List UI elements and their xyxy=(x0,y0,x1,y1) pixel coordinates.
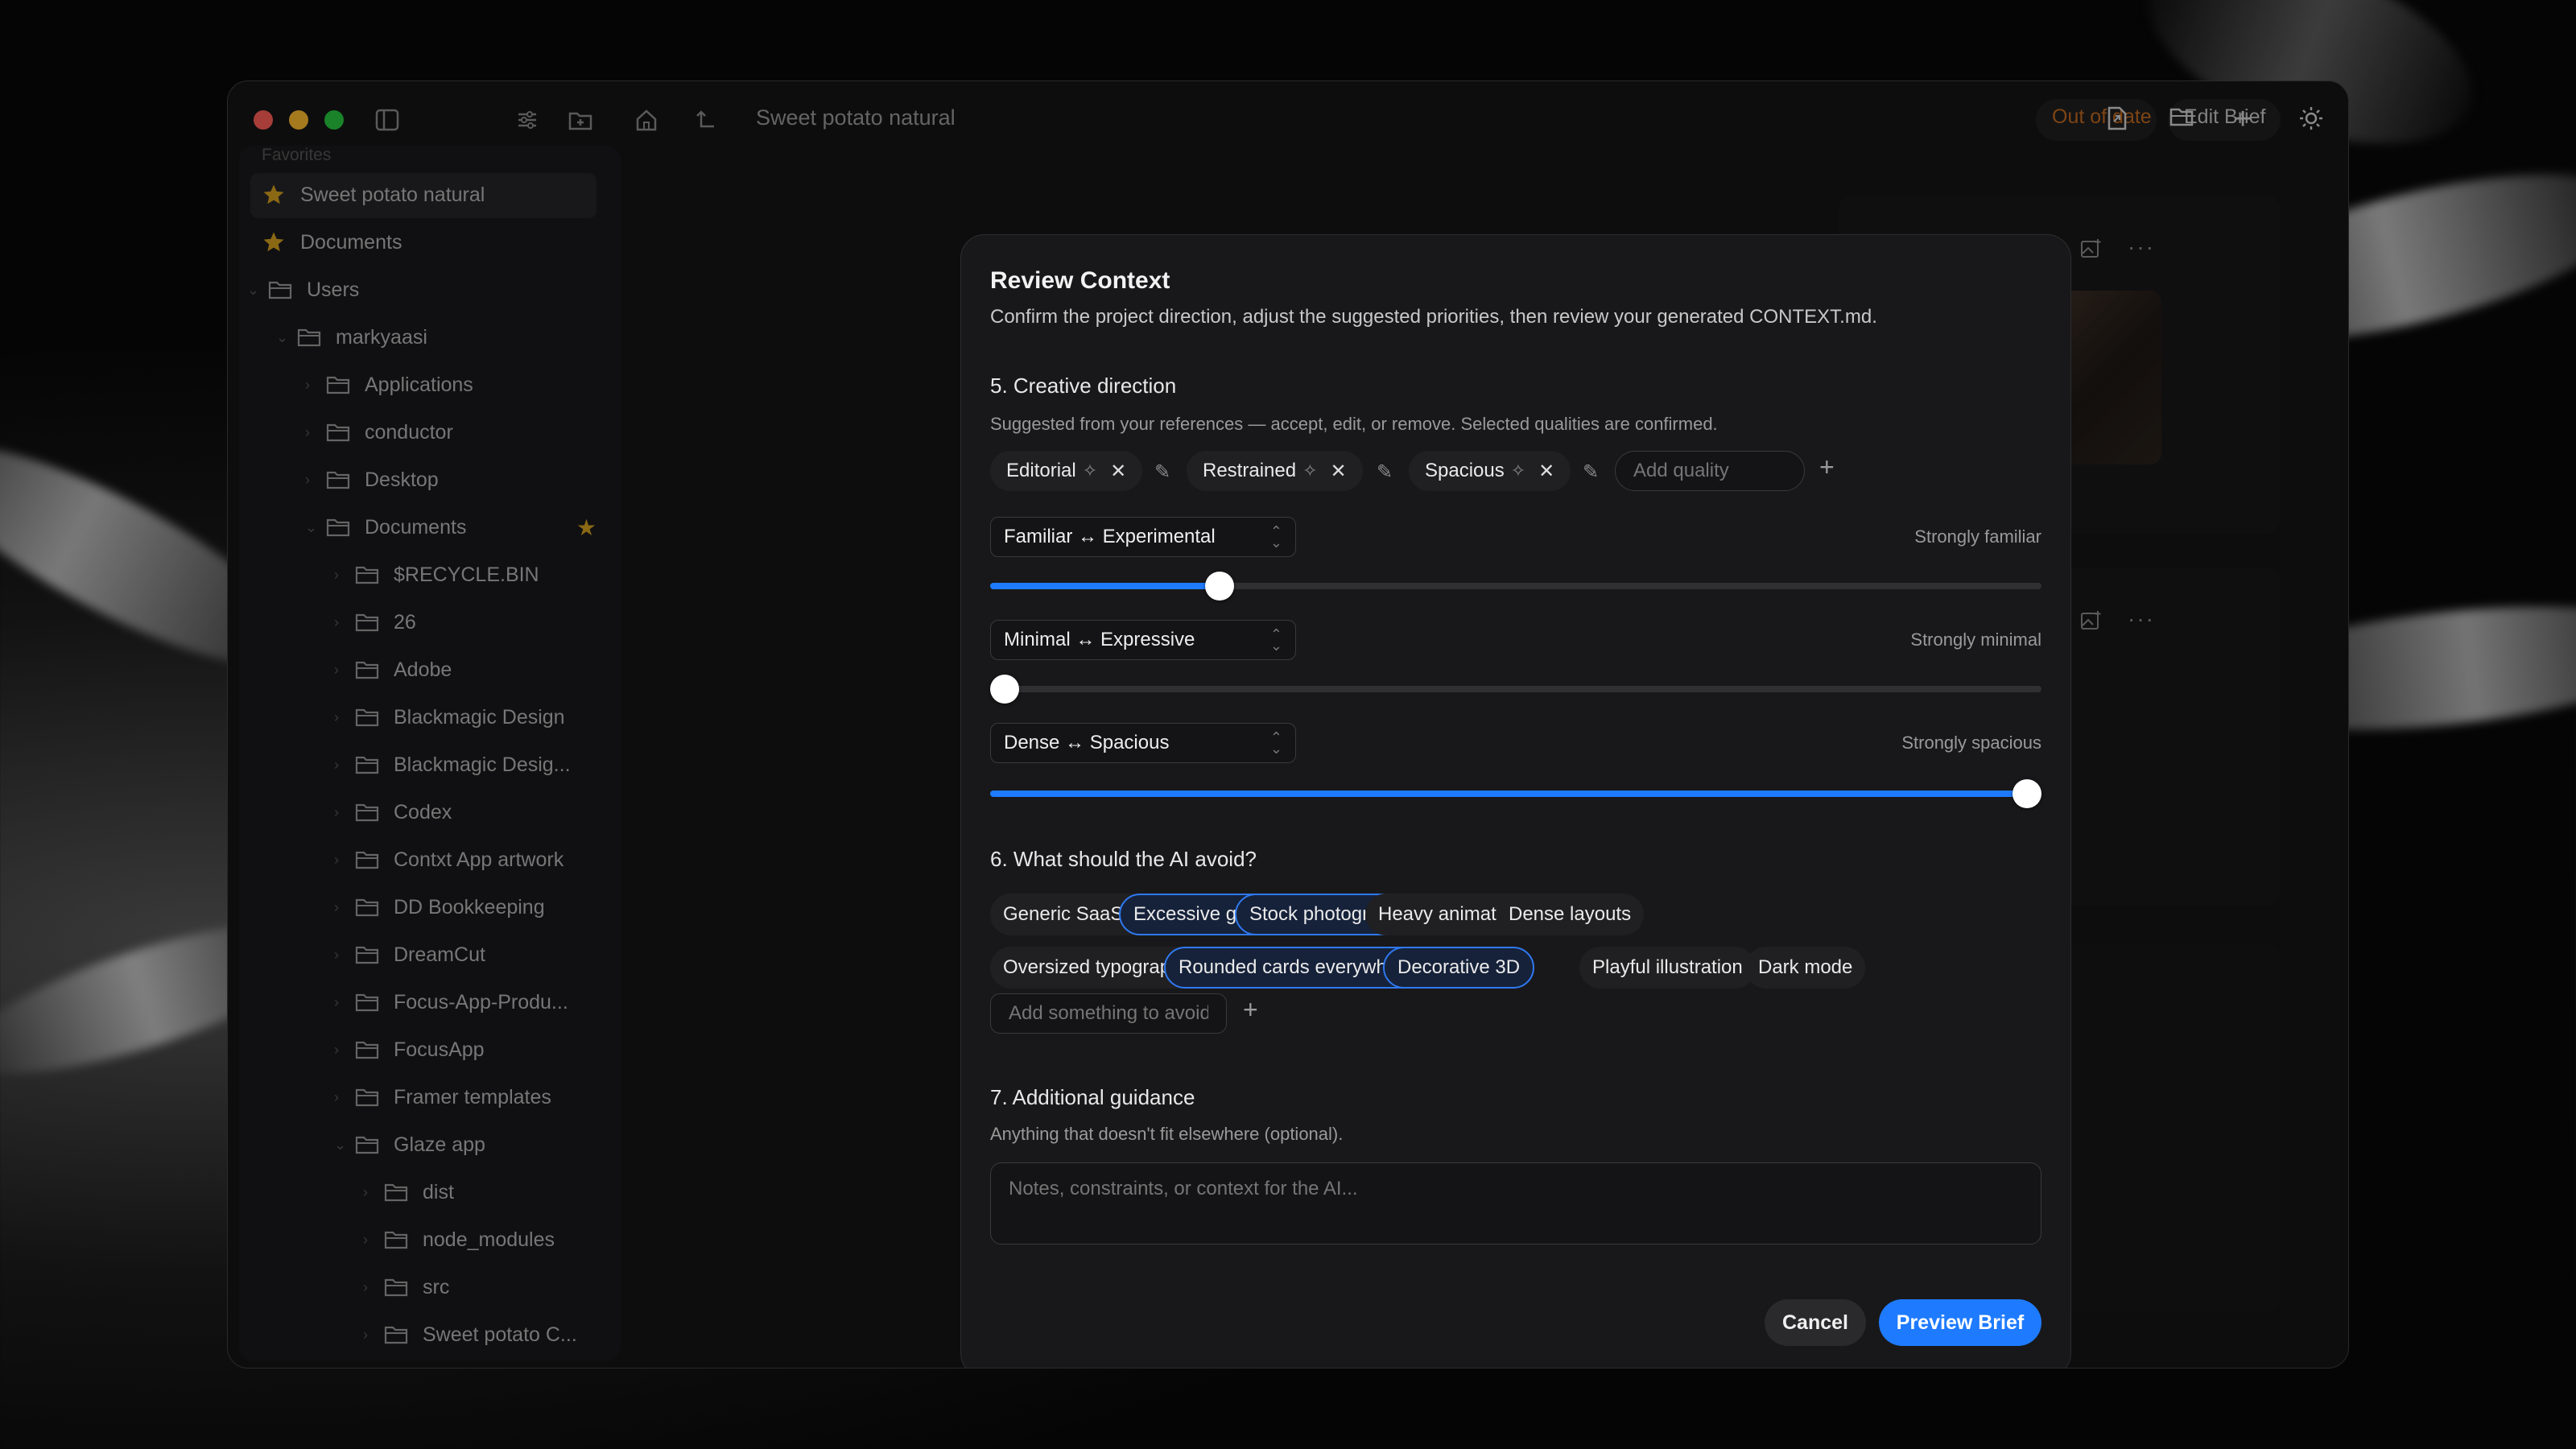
add-avoid-plus-icon[interactable]: + xyxy=(1243,995,1258,1025)
strength-label: Strongly spacious xyxy=(1901,733,2041,753)
edit-icon[interactable]: ✎ xyxy=(1154,460,1170,484)
sparkle-icon: ✧ xyxy=(1510,460,1526,481)
edit-icon[interactable]: ✎ xyxy=(1583,460,1599,484)
chevron-updown-icon: ⌃ ⌄ xyxy=(1269,729,1282,757)
theme-sun-icon[interactable] xyxy=(2298,105,2327,134)
chevron-updown-icon: ⌃ ⌄ xyxy=(1269,523,1282,551)
slider-dense-spacious[interactable] xyxy=(990,779,2041,808)
axis-select-label: Dense ↔ Spacious xyxy=(1004,732,1170,753)
add-quality-input[interactable] xyxy=(1615,451,1805,491)
quality-chip-editorial[interactable]: Editorial ✧ ✕ xyxy=(990,451,1143,491)
slider-fill xyxy=(990,791,2027,797)
slider-minimal-expressive[interactable] xyxy=(990,675,2041,704)
slider-thumb[interactable] xyxy=(990,675,1019,704)
preview-brief-button[interactable]: Preview Brief xyxy=(1879,1299,2041,1346)
open-folder-icon[interactable] xyxy=(2169,105,2198,134)
quality-label: Restrained xyxy=(1203,460,1297,481)
quality-label: Editorial xyxy=(1006,460,1076,481)
app-window: Favorites Sweet potato natural Documents ⌄… xyxy=(227,80,2349,1368)
edit-icon[interactable]: ✎ xyxy=(1377,460,1393,484)
strength-label: Strongly familiar xyxy=(1914,526,2041,547)
axis-select-familiar-experimental[interactable]: Familiar ↔ Experimental ⌃ ⌄ xyxy=(990,517,1296,557)
review-context-dialog: Review Context Confirm the project direc… xyxy=(960,234,2071,1368)
section-guidance-heading: 7. Additional guidance xyxy=(990,1085,1195,1109)
export-document-icon[interactable] xyxy=(2105,105,2134,134)
remove-quality-icon[interactable]: ✕ xyxy=(1538,460,1554,483)
section-guidance-description: Anything that doesn't fit elsewhere (opt… xyxy=(990,1124,1344,1144)
add-avoid-input[interactable] xyxy=(990,993,1227,1034)
strength-label: Strongly minimal xyxy=(1910,630,2041,650)
dialog-subtitle: Confirm the project direction, adjust th… xyxy=(990,306,1877,328)
remove-quality-icon[interactable]: ✕ xyxy=(1331,460,1347,483)
axis-select-label: Familiar ↔ Experimental xyxy=(1004,526,1216,547)
dialog-title: Review Context xyxy=(990,267,1170,294)
sparkle-icon: ✧ xyxy=(1302,460,1318,481)
quality-chip-restrained[interactable]: Restrained ✧ ✕ xyxy=(1187,451,1363,491)
avoid-chip[interactable]: Dark mode xyxy=(1745,947,1866,989)
guidance-textarea[interactable] xyxy=(990,1162,2041,1245)
cancel-button[interactable]: Cancel xyxy=(1765,1299,1866,1346)
add-quality-plus-icon[interactable]: + xyxy=(1819,452,1835,482)
axis-select-minimal-expressive[interactable]: Minimal ↔ Expressive ⌃ ⌄ xyxy=(990,620,1296,660)
avoid-chip[interactable]: Decorative 3D xyxy=(1383,947,1535,989)
quality-label: Spacious xyxy=(1425,460,1505,481)
avoid-chip[interactable]: Playful illustration xyxy=(1579,947,1756,989)
slider-familiar-experimental[interactable] xyxy=(990,572,2041,601)
slider-thumb[interactable] xyxy=(2013,779,2041,808)
section-avoid-heading: 6. What should the AI avoid? xyxy=(990,847,1257,871)
avoid-chip[interactable]: Dense layouts xyxy=(1496,894,1645,935)
remove-quality-icon[interactable]: ✕ xyxy=(1110,460,1126,483)
add-icon[interactable]: + xyxy=(2234,102,2252,137)
quality-chip-spacious[interactable]: Spacious ✧ ✕ xyxy=(1409,451,1571,491)
chevron-updown-icon: ⌃ ⌄ xyxy=(1269,626,1282,654)
section-creative-direction-description: Suggested from your references — accept,… xyxy=(990,414,1718,434)
slider-thumb[interactable] xyxy=(1204,572,1234,601)
axis-select-label: Minimal ↔ Expressive xyxy=(1004,629,1195,650)
sparkle-icon: ✧ xyxy=(1082,460,1098,481)
section-creative-direction-heading: 5. Creative direction xyxy=(990,374,1177,398)
axis-select-dense-spacious[interactable]: Dense ↔ Spacious ⌃ ⌄ xyxy=(990,723,1296,763)
slider-fill xyxy=(990,583,1220,589)
